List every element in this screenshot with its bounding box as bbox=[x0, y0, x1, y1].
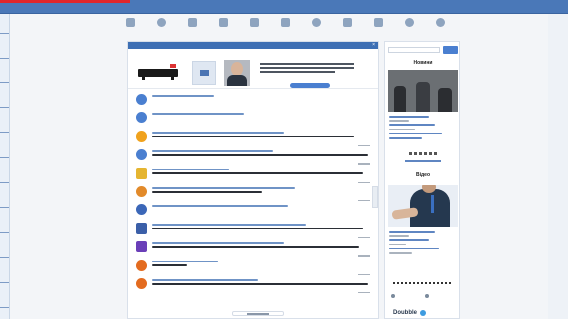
feed-item[interactable] bbox=[136, 148, 372, 166]
copy-icon bbox=[342, 18, 352, 27]
rating-stars bbox=[409, 152, 437, 155]
star-icon bbox=[136, 204, 147, 216]
toolbar-item-chart[interactable] bbox=[244, 16, 264, 38]
feed-item[interactable] bbox=[136, 240, 372, 258]
toolbar-item-camera[interactable] bbox=[120, 16, 140, 38]
feed-date bbox=[358, 291, 370, 294]
divider-dots bbox=[393, 282, 453, 284]
right-margin bbox=[548, 14, 568, 319]
feed-item[interactable] bbox=[136, 277, 372, 295]
video-list bbox=[389, 231, 455, 256]
left-margin bbox=[0, 14, 10, 319]
monitor-icon bbox=[280, 18, 290, 27]
cloud-icon bbox=[311, 18, 321, 27]
news-list bbox=[389, 116, 455, 141]
feed-date bbox=[358, 163, 370, 165]
share-icon bbox=[391, 294, 395, 298]
feed-item[interactable] bbox=[136, 259, 372, 277]
user-icon bbox=[136, 94, 147, 105]
feed-item[interactable] bbox=[136, 203, 372, 221]
ad-text bbox=[260, 63, 354, 75]
chat-icon bbox=[136, 149, 147, 161]
rss-link[interactable] bbox=[425, 294, 429, 298]
product-accent bbox=[170, 64, 176, 68]
toolbar-item-share[interactable] bbox=[151, 16, 171, 38]
visualstudio-icon bbox=[136, 241, 147, 253]
pagination[interactable] bbox=[232, 311, 284, 316]
side-tab[interactable] bbox=[372, 186, 378, 208]
bottom-brand[interactable]: Doubble bbox=[393, 310, 426, 316]
feed-date bbox=[358, 181, 370, 183]
notice-bar[interactable]: × bbox=[128, 42, 378, 49]
warning-icon bbox=[136, 130, 147, 142]
search-input[interactable] bbox=[388, 47, 440, 53]
activity-feed bbox=[128, 89, 378, 295]
device-image bbox=[192, 61, 216, 85]
feed-item[interactable] bbox=[136, 222, 372, 240]
news-section-title: Новини bbox=[413, 60, 433, 66]
office-icon bbox=[136, 222, 147, 234]
chart-icon bbox=[249, 18, 259, 27]
video-section-title: Відео bbox=[415, 172, 430, 178]
feed-item[interactable] bbox=[136, 167, 372, 185]
ad-banner[interactable] bbox=[128, 49, 378, 89]
toolbar-item-box[interactable] bbox=[368, 16, 388, 38]
sidebar: Новини Відео Doubble bbox=[384, 41, 460, 319]
feed-date bbox=[358, 273, 370, 275]
video-thumbnail[interactable] bbox=[388, 185, 458, 227]
toolbar-item-cloud[interactable] bbox=[306, 16, 326, 38]
bottom-brand-label: Doubble bbox=[393, 310, 417, 316]
main-feed-panel: × bbox=[127, 41, 379, 319]
all-news-link[interactable] bbox=[405, 160, 441, 162]
presenter-photo bbox=[224, 60, 250, 86]
toolbar-item-list[interactable] bbox=[182, 16, 202, 38]
feed-item[interactable] bbox=[136, 185, 372, 203]
user-icon bbox=[136, 277, 147, 289]
box-icon bbox=[373, 18, 383, 27]
brand-accent-bar bbox=[0, 0, 130, 3]
product-image bbox=[138, 69, 178, 80]
globe-icon bbox=[420, 310, 426, 316]
feed-item[interactable] bbox=[136, 93, 372, 111]
feed-item[interactable] bbox=[136, 130, 372, 148]
feed-date bbox=[358, 199, 370, 202]
toolbar-item-settings[interactable] bbox=[399, 16, 419, 38]
news-photo[interactable] bbox=[388, 70, 458, 112]
close-icon[interactable]: × bbox=[372, 42, 375, 49]
page: × Новини Відео Doubble bbox=[0, 0, 568, 319]
users-icon bbox=[136, 185, 147, 197]
share-icon bbox=[156, 18, 166, 27]
list-icon bbox=[187, 18, 197, 27]
edit-icon bbox=[136, 167, 147, 179]
toolbar-item-monitor[interactable] bbox=[275, 16, 295, 38]
feed-item[interactable] bbox=[136, 111, 372, 129]
toolbar-item-copy[interactable] bbox=[337, 16, 357, 38]
toolbar-item-help[interactable] bbox=[430, 16, 450, 38]
feed-date bbox=[358, 255, 370, 257]
toolbar-item-image[interactable] bbox=[213, 16, 233, 38]
user-add-icon bbox=[136, 259, 147, 271]
search-button[interactable] bbox=[443, 46, 458, 54]
settings-icon bbox=[404, 18, 414, 27]
top-navbar bbox=[0, 0, 568, 14]
image-icon bbox=[218, 18, 228, 27]
share-link[interactable] bbox=[391, 294, 395, 298]
category-toolbar bbox=[120, 16, 450, 38]
help-icon bbox=[435, 18, 445, 27]
ad-cta-button[interactable] bbox=[290, 83, 330, 88]
rss-icon bbox=[425, 294, 429, 298]
camera-icon bbox=[125, 18, 135, 27]
feed-date bbox=[358, 144, 370, 147]
check-icon bbox=[136, 112, 147, 124]
feed-date bbox=[358, 236, 370, 239]
